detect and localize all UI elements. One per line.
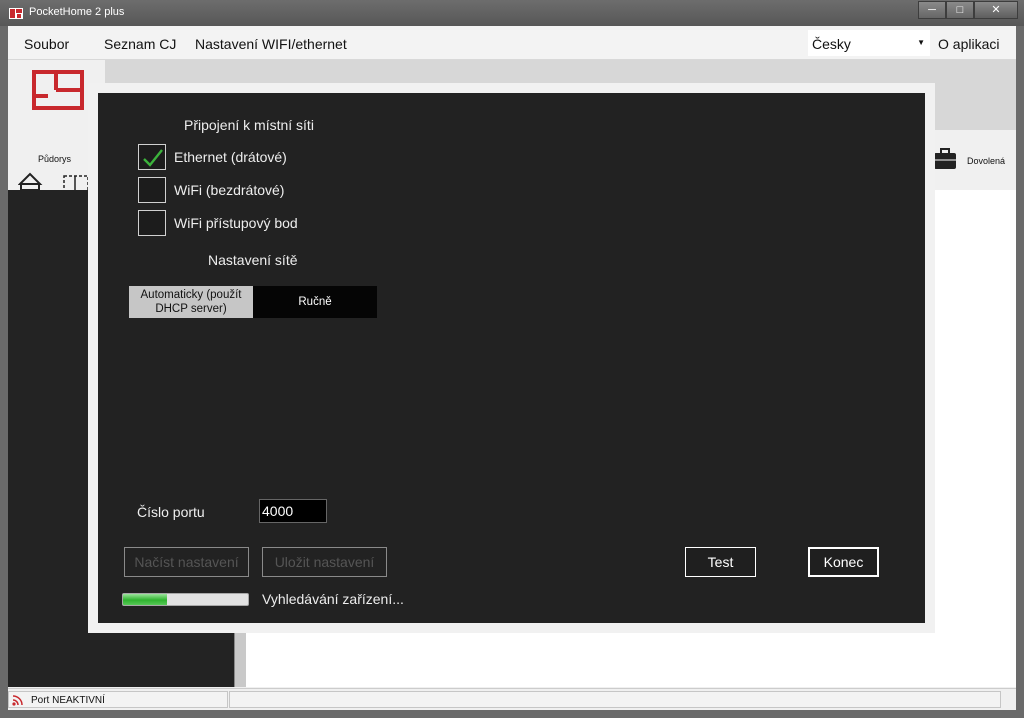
vacation-label: Dovolená <box>967 156 1006 166</box>
network-settings-heading: Nastavení sítě <box>208 252 298 268</box>
wifi-checkbox[interactable] <box>138 177 166 203</box>
close-dialog-button[interactable]: Konec <box>808 547 879 577</box>
mode-auto-button[interactable]: Automaticky (použít DHCP server) <box>129 286 253 318</box>
language-select[interactable]: Česky ▼ <box>808 30 930 56</box>
language-value: Česky <box>812 36 851 52</box>
option-access-point[interactable]: WiFi přístupový bod <box>138 210 298 236</box>
status-empty-cell <box>229 691 1001 708</box>
access-point-checkbox[interactable] <box>138 210 166 236</box>
port-input[interactable] <box>259 499 327 523</box>
minimize-icon[interactable]: ─ <box>918 1 946 19</box>
menu-bar: Soubor Seznam CJ Nastavení WIFI/ethernet… <box>8 26 1016 60</box>
floorplan-label: Půdorys <box>38 154 72 164</box>
checkmark-icon <box>143 149 163 167</box>
test-button[interactable]: Test <box>685 547 756 577</box>
option-wifi[interactable]: WiFi (bezdrátové) <box>138 177 284 203</box>
ethernet-checkbox[interactable] <box>138 144 166 170</box>
mode-manual-button[interactable]: Ručně <box>253 286 377 318</box>
progress-fill <box>123 594 167 605</box>
suitcase-icon[interactable] <box>933 148 957 170</box>
window-title: PocketHome 2 plus <box>29 6 125 18</box>
app-logo-icon <box>9 8 23 19</box>
option-ethernet[interactable]: Ethernet (drátové) <box>138 144 287 170</box>
ip-mode-toggle: Automaticky (použít DHCP server) Ručně <box>129 286 377 318</box>
floorplan-icon[interactable] <box>28 70 88 112</box>
port-status: Port NEAKTIVNÍ <box>31 695 105 706</box>
close-icon[interactable]: ✕ <box>974 1 1018 19</box>
network-settings-dialog: Připojení k místní síti Ethernet (drátov… <box>98 93 925 623</box>
ethernet-label: Ethernet (drátové) <box>174 149 287 165</box>
menu-about[interactable]: O aplikaci <box>938 36 999 52</box>
menu-seznam-cj[interactable]: Seznam CJ <box>104 36 176 52</box>
search-progress-bar <box>122 593 249 606</box>
status-bar: Port NEAKTIVNÍ <box>8 688 1016 710</box>
load-settings-button[interactable]: Načíst nastavení <box>124 547 249 577</box>
access-point-label: WiFi přístupový bod <box>174 215 298 231</box>
status-port-cell: Port NEAKTIVNÍ <box>8 691 228 708</box>
menu-soubor[interactable]: Soubor <box>24 36 69 52</box>
maximize-icon[interactable]: □ <box>946 1 974 19</box>
title-bar: PocketHome 2 plus ─ □ ✕ <box>0 0 1024 26</box>
port-label: Číslo portu <box>137 504 205 520</box>
signal-icon <box>12 695 23 706</box>
chevron-down-icon: ▼ <box>917 38 925 47</box>
save-settings-button[interactable]: Uložit nastavení <box>262 547 387 577</box>
wifi-label: WiFi (bezdrátové) <box>174 182 285 198</box>
menu-wifi-ethernet[interactable]: Nastavení WIFI/ethernet <box>195 36 347 52</box>
local-network-heading: Připojení k místní síti <box>184 117 314 133</box>
search-status: Vyhledávání zařízení... <box>262 591 404 607</box>
